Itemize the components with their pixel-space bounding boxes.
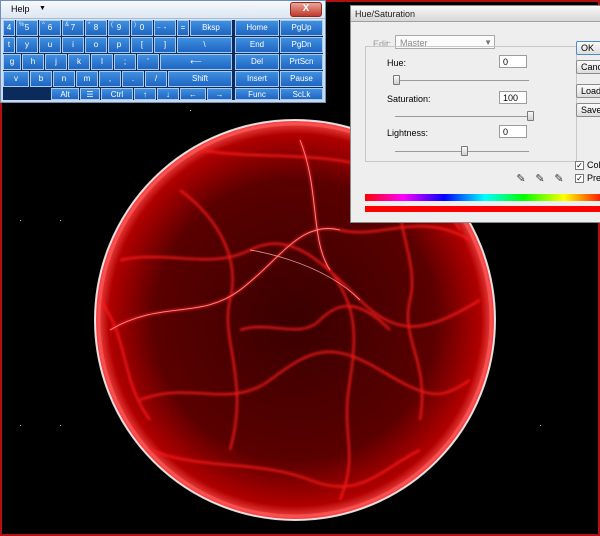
key[interactable]: & 7: [62, 20, 84, 36]
insert-key[interactable]: Insert: [235, 71, 279, 87]
key[interactable]: ]: [154, 37, 176, 53]
key[interactable]: /: [145, 71, 167, 87]
key[interactable]: [: [131, 37, 153, 53]
key[interactable]: (9: [108, 20, 130, 36]
shift-key[interactable]: Shift: [168, 71, 232, 87]
enter-key[interactable]: ⟵: [160, 54, 232, 70]
key[interactable]: j: [45, 54, 67, 70]
eyedropper-plus-icon[interactable]: ✎: [534, 173, 546, 185]
arrow-left-key[interactable]: ←: [180, 88, 206, 100]
arrow-down-key[interactable]: ↓: [157, 88, 179, 100]
preview-checkbox[interactable]: ✓: [575, 174, 584, 183]
key[interactable]: _ -: [154, 20, 176, 36]
lightness-label: Lightness:: [387, 128, 429, 138]
dialog-title: Hue/Saturation: [355, 9, 416, 19]
colorize-checkbox[interactable]: ✓: [575, 161, 584, 170]
save-button[interactable]: Save...: [576, 103, 600, 117]
input-color-spectrum: [365, 194, 600, 201]
key[interactable]: y: [16, 37, 38, 53]
key[interactable]: ) 0: [131, 20, 153, 36]
pause-key[interactable]: Pause: [280, 71, 323, 87]
pgdn-key[interactable]: PgDn: [280, 37, 323, 53]
key[interactable]: g: [3, 54, 21, 70]
key[interactable]: v: [3, 71, 29, 87]
key[interactable]: ,: [99, 71, 121, 87]
home-key[interactable]: Home: [235, 20, 279, 36]
menu-key[interactable]: ☰: [80, 88, 100, 100]
key[interactable]: h: [22, 54, 44, 70]
on-screen-keyboard: Help ▼ X 4 % 5 ^ 6 & 7 * 8 (9 ) 0 _ - = Bksp t…: [0, 0, 326, 103]
key[interactable]: ': [137, 54, 159, 70]
backspace-key[interactable]: Bksp: [190, 20, 232, 36]
help-menu[interactable]: Help: [11, 4, 30, 14]
key[interactable]: p: [108, 37, 130, 53]
dialog-titlebar[interactable]: Hue/Saturation: [351, 6, 600, 22]
keyboard-menubar: Help ▼ X: [1, 1, 325, 19]
ok-button[interactable]: OK: [576, 41, 600, 55]
pgup-key[interactable]: PgUp: [280, 20, 323, 36]
alt-key[interactable]: Alt: [51, 88, 79, 100]
saturation-input[interactable]: 100: [499, 91, 527, 104]
key[interactable]: * 8: [85, 20, 107, 36]
close-button[interactable]: X: [290, 2, 322, 17]
colorize-label: Colorize: [587, 160, 600, 170]
arrow-right-key[interactable]: →: [207, 88, 232, 100]
eyedropper-minus-icon[interactable]: ✎: [553, 173, 565, 185]
load-button[interactable]: Load...: [576, 84, 600, 98]
key[interactable]: u: [39, 37, 61, 53]
hue-label: Hue:: [387, 58, 407, 68]
hue-slider-track[interactable]: [395, 80, 529, 81]
hue-slider-thumb[interactable]: [393, 75, 400, 85]
saturation-label: Saturation:: [387, 94, 431, 104]
hue-saturation-dialog: Hue/Saturation Edit: Master ▼ Hue: 0 Sat…: [350, 5, 600, 223]
end-key[interactable]: End: [235, 37, 279, 53]
func-key[interactable]: Func: [235, 88, 279, 100]
key[interactable]: b: [30, 71, 52, 87]
hue-input[interactable]: 0: [499, 55, 527, 68]
key[interactable]: k: [68, 54, 90, 70]
lightness-input[interactable]: 0: [499, 125, 527, 138]
ctrl-key[interactable]: Ctrl: [101, 88, 133, 100]
key[interactable]: ;: [114, 54, 136, 70]
arrow-up-key[interactable]: ↑: [134, 88, 156, 100]
saturation-slider-track[interactable]: [395, 116, 529, 117]
key[interactable]: t: [3, 37, 15, 53]
saturation-slider-thumb[interactable]: [527, 111, 534, 121]
output-color-spectrum: [365, 206, 600, 212]
key[interactable]: % 5: [16, 20, 38, 36]
key[interactable]: =: [177, 20, 189, 36]
cancel-button[interactable]: Cancel: [576, 60, 600, 74]
prtscn-key[interactable]: PrtScn: [280, 54, 323, 70]
key[interactable]: ^ 6: [39, 20, 61, 36]
lightness-slider-thumb[interactable]: [461, 146, 468, 156]
key[interactable]: i: [62, 37, 84, 53]
chevron-down-icon[interactable]: ▼: [39, 5, 46, 12]
key[interactable]: 4: [3, 20, 15, 36]
keyboard-keys: 4 % 5 ^ 6 & 7 * 8 (9 ) 0 _ - = Bksp t y u i o …: [3, 20, 323, 100]
eyedropper-icon[interactable]: ✎: [515, 173, 527, 185]
sclk-key[interactable]: ScLk: [280, 88, 323, 100]
preview-label: Preview: [587, 173, 600, 183]
key[interactable]: o: [85, 37, 107, 53]
key[interactable]: n: [53, 71, 75, 87]
key[interactable]: l: [91, 54, 113, 70]
key[interactable]: \: [177, 37, 232, 53]
del-key[interactable]: Del: [235, 54, 279, 70]
key[interactable]: .: [122, 71, 144, 87]
key[interactable]: m: [76, 71, 98, 87]
